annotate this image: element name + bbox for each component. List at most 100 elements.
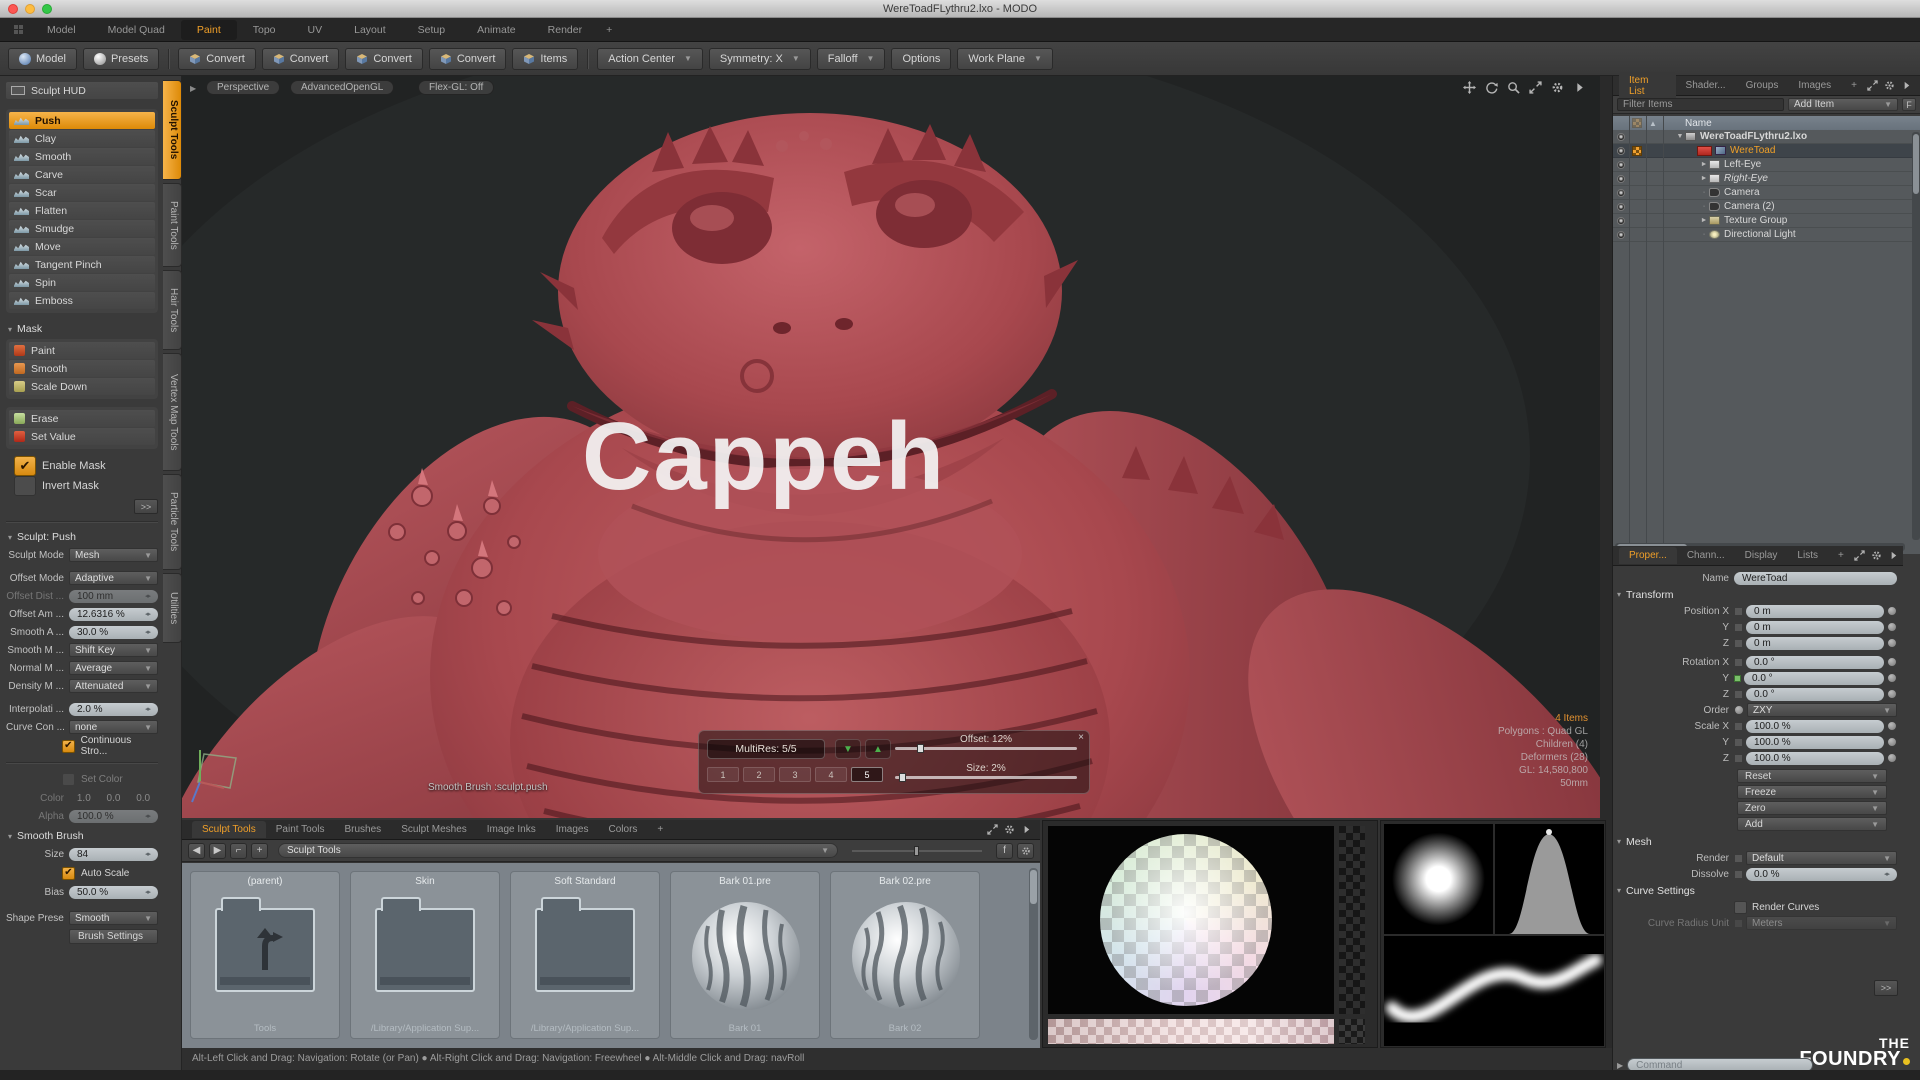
invert-mask-checkbox[interactable]: ✔	[14, 476, 36, 496]
interpolation-field[interactable]: 2.0 %◂▸	[69, 703, 158, 716]
detach-icon[interactable]	[1867, 80, 1878, 91]
mini-slider-icon[interactable]	[1887, 721, 1897, 731]
expand-triangle-icon[interactable]: ►	[1699, 161, 1709, 168]
channel-toggle[interactable]	[1734, 607, 1743, 616]
brush-falloff-curve[interactable]	[1495, 824, 1604, 934]
presets-button[interactable]: Presets	[83, 48, 159, 70]
render-curves-checkbox[interactable]	[1734, 901, 1747, 914]
vtab-utilities[interactable]: Utilities	[163, 573, 182, 643]
channel-toggle[interactable]	[1734, 722, 1743, 731]
tree-row-scene[interactable]: ▼ WereToadFLythru2.lxo	[1613, 130, 1920, 144]
position-z-field[interactable]: 0 m	[1746, 637, 1884, 650]
brush-settings-button[interactable]: Brush Settings	[69, 929, 158, 944]
filter-items-input[interactable]: Filter Items	[1617, 98, 1784, 111]
multires-down-button[interactable]: ▼	[835, 739, 861, 759]
tab-images[interactable]: Images	[1788, 77, 1841, 94]
ptab-sculpt-tools[interactable]: Sculpt Tools	[192, 821, 266, 838]
tree-row-right-eye[interactable]: ► Right-Eye	[1613, 172, 1920, 186]
tree-row-camera-2[interactable]: · Camera (2)	[1613, 200, 1920, 214]
layout-grid-icon[interactable]	[14, 25, 23, 34]
level-2-button[interactable]: 2	[743, 767, 775, 782]
set-color-checkbox[interactable]	[62, 773, 75, 786]
tab-properties[interactable]: Proper...	[1619, 547, 1677, 564]
tab-model-quad[interactable]: Model Quad	[92, 20, 181, 40]
tab-layout[interactable]: Layout	[338, 20, 402, 40]
tool-move[interactable]: Move	[9, 238, 155, 255]
visibility-eye-icon[interactable]	[1617, 189, 1625, 197]
tool-smudge[interactable]: Smudge	[9, 220, 155, 237]
item-name-field[interactable]: WereToad	[1734, 572, 1897, 585]
level-3-button[interactable]: 3	[779, 767, 811, 782]
mini-slider-icon[interactable]: ◂▸	[1884, 870, 1889, 878]
thumbnail-size-knob[interactable]	[914, 846, 919, 856]
channel-toggle[interactable]	[1734, 738, 1743, 747]
rotation-x-field[interactable]: 0.0 °	[1746, 656, 1884, 669]
properties-expand-button[interactable]: >>	[1874, 980, 1898, 996]
mini-slider-icon[interactable]: ◂▸	[145, 628, 150, 636]
tab-animate[interactable]: Animate	[461, 20, 532, 40]
value-gradient-strip[interactable]	[1048, 1019, 1334, 1044]
mini-slider-icon[interactable]	[1887, 657, 1897, 667]
scale-y-field[interactable]: 100.0 %	[1746, 736, 1884, 749]
zoom-icon[interactable]	[1507, 81, 1520, 94]
tab-shader[interactable]: Shader...	[1676, 77, 1736, 94]
tool-scar[interactable]: Scar	[9, 184, 155, 201]
preset-item-parent[interactable]: (parent) Tools	[190, 871, 340, 1039]
multires-up-button[interactable]: ▲	[865, 739, 891, 759]
preset-gear-button[interactable]	[1017, 843, 1034, 859]
level-5-button[interactable]: 5	[851, 767, 883, 782]
tool-tangent-pinch[interactable]: Tangent Pinch	[9, 256, 155, 273]
level-1-button[interactable]: 1	[707, 767, 739, 782]
channel-toggle[interactable]	[1734, 854, 1743, 863]
mini-slider-icon[interactable]: ◂▸	[145, 705, 150, 713]
mini-slider-icon[interactable]: ◂▸	[145, 610, 150, 618]
zero-button[interactable]: Zero▼	[1737, 801, 1887, 815]
forward-button[interactable]: ▶	[209, 843, 226, 859]
ptab-brushes[interactable]: Brushes	[335, 821, 392, 838]
tab-topo[interactable]: Topo	[237, 20, 292, 40]
tab-display[interactable]: Display	[1735, 547, 1788, 564]
smooth-mode-dropdown[interactable]: Shift Key▼	[69, 643, 158, 657]
detach-icon[interactable]	[1854, 550, 1865, 561]
tab-lists[interactable]: Lists	[1787, 547, 1828, 564]
gear-icon[interactable]	[1884, 80, 1895, 91]
vtab-vertex-map-tools[interactable]: Vertex Map Tools	[163, 353, 182, 471]
add-item-tab-button[interactable]: +	[1841, 77, 1867, 94]
offset-slider-knob[interactable]	[917, 744, 924, 753]
ptab-image-inks[interactable]: Image Inks	[477, 821, 546, 838]
viewport-menu-arrow-icon[interactable]: ▶	[190, 84, 196, 93]
curve-constraint-dropdown[interactable]: none▼	[69, 720, 158, 734]
preset-scrollbar[interactable]	[1029, 868, 1038, 1040]
vtab-paint-tools[interactable]: Paint Tools	[163, 183, 182, 267]
action-center-dropdown[interactable]: Action Center▼	[597, 48, 703, 70]
convert-button-3[interactable]: Convert	[345, 48, 423, 70]
density-mode-dropdown[interactable]: Attenuated▼	[69, 679, 158, 693]
smooth-amount-field[interactable]: 30.0 %◂▸	[69, 626, 158, 639]
offset-slider-track[interactable]	[895, 747, 1077, 750]
bias-field[interactable]: 50.0 %◂▸	[69, 886, 158, 899]
items-button[interactable]: Items	[512, 48, 578, 70]
size-slider[interactable]: Size: 2%	[895, 763, 1077, 789]
mini-slider-icon[interactable]	[1887, 753, 1897, 763]
viewport-camera-dropdown[interactable]: Perspective	[206, 80, 280, 95]
visibility-eye-icon[interactable]	[1617, 231, 1625, 239]
tool-push[interactable]: Push	[9, 112, 155, 129]
filter-button[interactable]: f	[996, 843, 1013, 859]
transform-header[interactable]: ▾Transform	[1617, 586, 1897, 603]
visibility-eye-icon[interactable]	[1617, 161, 1625, 169]
symmetry-dropdown[interactable]: Symmetry: X▼	[709, 48, 811, 70]
add-path-button[interactable]: +	[251, 843, 268, 859]
more-arrow-icon[interactable]	[1573, 81, 1586, 94]
preset-item-soft-standard[interactable]: Soft Standard /Library/Application Sup..…	[510, 871, 660, 1039]
vtab-sculpt-tools[interactable]: Sculpt Tools	[163, 80, 182, 180]
size-slider-knob[interactable]	[899, 773, 906, 782]
alpha-strip-vertical[interactable]	[1339, 826, 1365, 1014]
sculpt-hud-button[interactable]: Sculpt HUD	[6, 82, 158, 99]
more-arrow-icon[interactable]	[1901, 80, 1912, 91]
mini-slider-icon[interactable]	[1887, 689, 1897, 699]
sidebar-expand-button[interactable]: >>	[134, 499, 158, 514]
mini-slider-icon[interactable]	[1887, 606, 1897, 616]
preset-item-skin[interactable]: Skin /Library/Application Sup...	[350, 871, 500, 1039]
visibility-eye-icon[interactable]	[1617, 147, 1625, 155]
offset-slider[interactable]: Offset: 12%	[895, 734, 1077, 760]
